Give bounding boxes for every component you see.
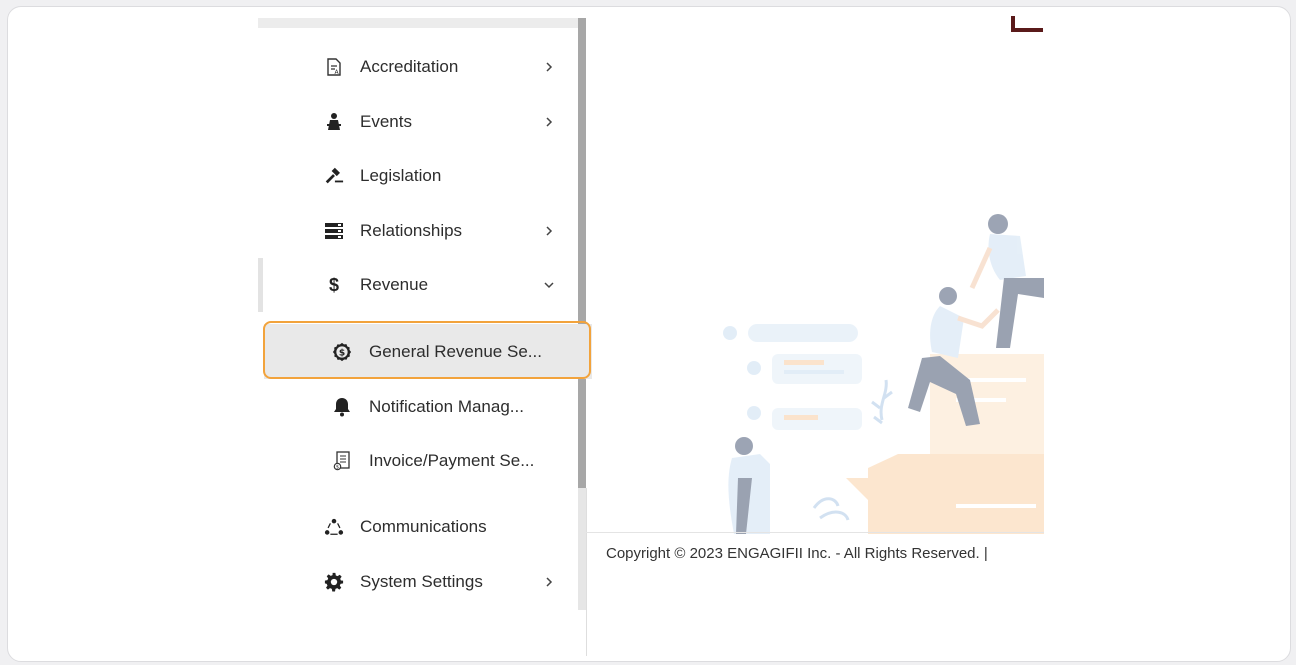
- sidebar-top-strip: [258, 18, 585, 28]
- sidebar-subitem-notification-management[interactable]: Notification Manag...: [258, 386, 578, 428]
- sidebar-item-revenue[interactable]: $ Revenue: [258, 264, 578, 306]
- relationships-icon: [324, 221, 344, 241]
- chevron-down-icon: [542, 278, 556, 292]
- dollar-circle-icon: $: [332, 342, 352, 362]
- chevron-right-icon: [542, 115, 556, 129]
- sidebar-subitem-general-revenue-settings[interactable]: $ General Revenue Se...: [264, 324, 592, 379]
- sidebar-item-label: System Settings: [360, 572, 483, 591]
- svg-text:$: $: [336, 465, 339, 471]
- sidebar-subitem-label: Notification Manag...: [369, 397, 524, 416]
- events-icon: [324, 112, 344, 132]
- footer-copyright: Copyright © 2023 ENGAGIFII Inc. - All Ri…: [606, 545, 988, 562]
- sidebar-item-system-settings[interactable]: System Settings: [258, 561, 578, 603]
- sidebar-item-accreditation[interactable]: A Accreditation: [258, 46, 578, 88]
- invoice-icon: $: [332, 451, 352, 471]
- chevron-right-icon: [542, 60, 556, 74]
- sidebar-item-label: Relationships: [360, 221, 463, 240]
- sidebar-subitem-label: Invoice/Payment Se...: [369, 451, 535, 470]
- accreditation-icon: A: [324, 57, 344, 77]
- teamwork-illustration: [723, 214, 1044, 534]
- sidebar-item-events[interactable]: Events: [258, 101, 578, 143]
- sidebar-item-communications[interactable]: Communications: [258, 506, 578, 548]
- sidebar-item-label: Events: [360, 112, 412, 131]
- sidebar-item-legislation[interactable]: Legislation: [258, 155, 578, 197]
- chevron-right-icon: [542, 224, 556, 238]
- sidebar-item-relationships[interactable]: Relationships: [258, 210, 578, 252]
- sidebar-divider: [586, 488, 587, 656]
- gear-icon: [324, 572, 344, 592]
- footer-divider: [586, 532, 1044, 533]
- app-window: [7, 6, 1291, 662]
- sidebar-item-label: Legislation: [360, 166, 442, 185]
- sidebar-item-label: Accreditation: [360, 57, 459, 76]
- bell-icon: [332, 397, 352, 417]
- gavel-icon: [324, 166, 344, 186]
- chevron-right-icon: [542, 575, 556, 589]
- sidebar-scrollbar-thumb[interactable]: [578, 18, 586, 488]
- sidebar-subitem-invoice-payment-settings[interactable]: $ Invoice/Payment Se...: [258, 440, 578, 482]
- svg-text:$: $: [339, 348, 345, 358]
- sidebar-item-label: Revenue: [360, 275, 429, 294]
- header-corner-mark: [1011, 16, 1043, 32]
- sidebar-subitem-label: General Revenue Se...: [369, 341, 542, 361]
- communications-icon: [324, 517, 344, 537]
- dollar-icon: $: [328, 274, 339, 295]
- sidebar-item-label: Communications: [360, 517, 487, 536]
